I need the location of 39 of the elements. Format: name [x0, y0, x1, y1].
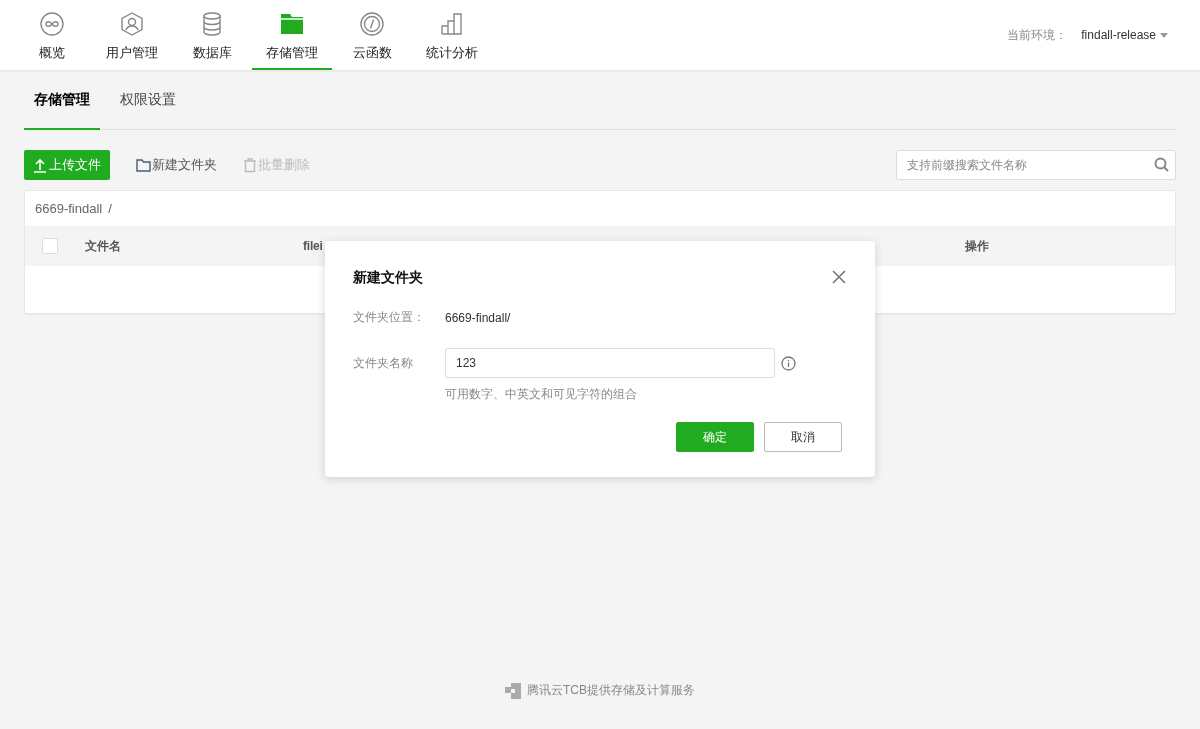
nav-tab[interactable]: 云函数 [332, 0, 412, 70]
dialog-title: 新建文件夹 [353, 269, 423, 287]
field-label: 文件夹位置： [353, 309, 426, 326]
folder-location: 6669-findall/ [445, 310, 512, 325]
bar-chart-icon [439, 11, 465, 37]
breadcrumb-separator: / [108, 201, 112, 216]
cube-logo-icon [505, 682, 521, 699]
column-header: 操作 [965, 237, 989, 255]
nav-tab[interactable]: 数据库 [172, 0, 252, 70]
caret-icon [1160, 32, 1168, 38]
nav-tab[interactable]: 用户管理 [92, 0, 172, 70]
select-all-checkbox[interactable] [42, 238, 58, 254]
nav-tab[interactable]: 统计分析 [412, 0, 492, 70]
upload-icon [33, 157, 47, 173]
nav-tab[interactable]: 存储管理 [252, 0, 332, 70]
info-icon [781, 355, 796, 371]
infinity-icon [39, 11, 65, 37]
folder-icon [136, 158, 151, 172]
sub-tab[interactable]: 权限设置 [110, 70, 186, 130]
close-button[interactable] [831, 270, 847, 286]
cancel-button[interactable]: 取消 [764, 422, 842, 452]
toolbar-button[interactable]: 新建文件夹 [136, 156, 217, 174]
field-label: 文件夹名称 [353, 354, 414, 372]
footer-text: 腾讯云TCB提供存储及计算服务 [527, 682, 695, 699]
hint-text: 可用数字、中英文和可见字符的组合 [445, 386, 638, 403]
column-header: 文件名 [85, 237, 121, 255]
folder-name-input[interactable]: 123 [445, 348, 775, 378]
environment-label: 当前环境： [1007, 26, 1068, 44]
sub-tab[interactable]: 存储管理 [24, 70, 100, 130]
code-icon [359, 11, 385, 37]
search-field[interactable]: 支持前缀搜索文件名称 [896, 150, 1176, 180]
environment-dropdown[interactable]: findall-release [1081, 28, 1168, 42]
user-icon [119, 11, 145, 37]
folder-icon [279, 11, 305, 37]
search-icon [1154, 157, 1169, 172]
trash-icon [243, 157, 257, 173]
column-header: filei [303, 239, 323, 253]
nav-tab[interactable]: 概览 [12, 0, 92, 70]
breadcrumb-link[interactable]: 6669-findall [35, 201, 103, 216]
